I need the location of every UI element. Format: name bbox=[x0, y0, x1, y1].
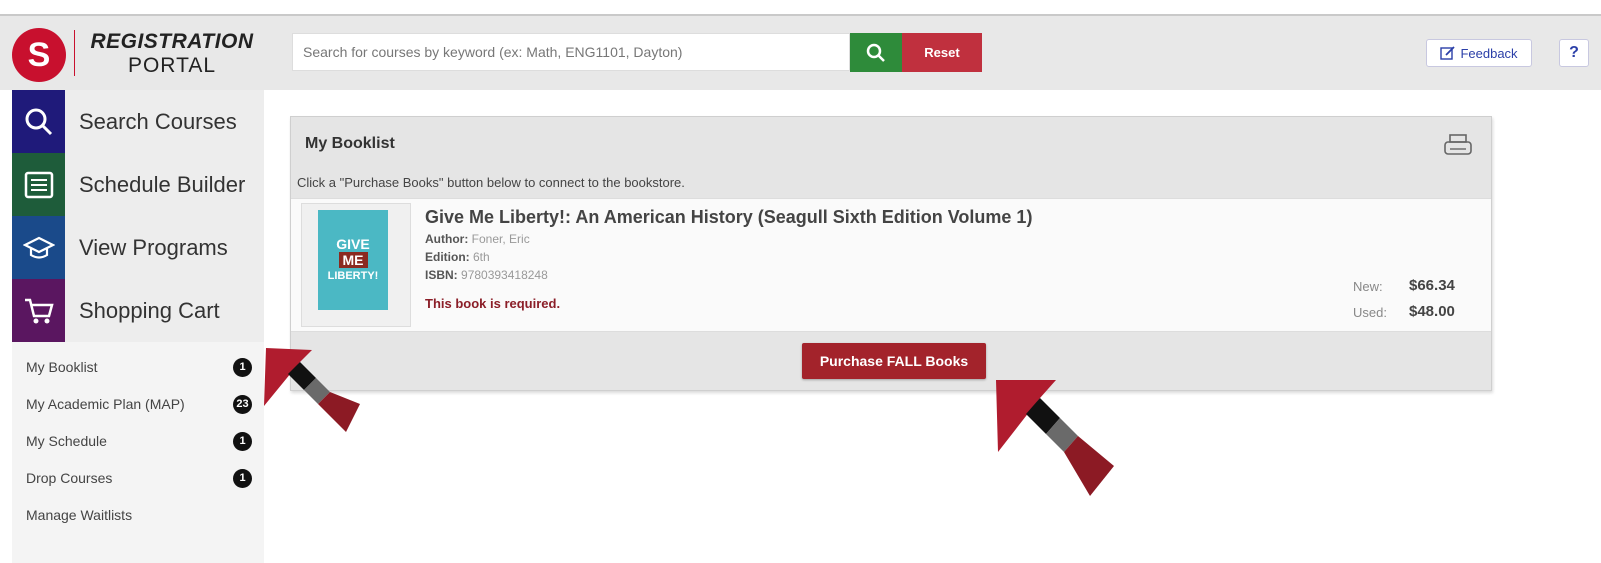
sidebar: Search Courses Schedule Builder View Pro… bbox=[12, 90, 264, 563]
count-badge: 1 bbox=[233, 468, 252, 488]
brand-line2: PORTAL bbox=[127, 54, 217, 77]
required-notice: This book is required. bbox=[425, 296, 561, 311]
sidebar-sub-my-booklist[interactable]: My Booklist 1 bbox=[26, 352, 252, 382]
count-badge: 1 bbox=[233, 431, 252, 451]
feedback-label: Feedback bbox=[1460, 45, 1518, 61]
edit-icon bbox=[1440, 46, 1456, 60]
book-cover: GIVE ME LIBERTY! bbox=[301, 203, 411, 327]
sidebar-item-view-programs[interactable]: View Programs bbox=[12, 216, 264, 279]
used-price-label: Used: bbox=[1353, 305, 1387, 320]
edition-value: 6th bbox=[473, 250, 490, 264]
author-label: Author: bbox=[425, 232, 469, 246]
author-value: Foner, Eric bbox=[471, 232, 530, 246]
sidebar-item-shopping-cart[interactable]: Shopping Cart bbox=[12, 279, 264, 342]
logo-letter: S bbox=[27, 35, 51, 74]
sidebar-sub-my-schedule[interactable]: My Schedule 1 bbox=[26, 426, 252, 456]
sidebar-item-label: View Programs bbox=[79, 234, 228, 260]
feedback-button[interactable]: Feedback bbox=[1426, 39, 1532, 67]
top-border bbox=[0, 0, 1601, 16]
search-icon bbox=[12, 90, 65, 153]
sub-item-label: My Schedule bbox=[26, 433, 107, 449]
search-input[interactable] bbox=[292, 33, 850, 71]
book-author: Author: Foner, Eric bbox=[425, 232, 530, 246]
sidebar-sub-manage-waitlists[interactable]: Manage Waitlists bbox=[26, 500, 252, 530]
print-icon[interactable] bbox=[1443, 133, 1473, 162]
count-badge: 23 bbox=[233, 394, 252, 414]
logo-divider bbox=[74, 30, 75, 76]
booklist-panel: My Booklist Click a "Purchase Books" but… bbox=[290, 116, 1492, 391]
pointer-arrow-icon bbox=[264, 348, 360, 432]
isbn-value: 9780393418248 bbox=[461, 268, 548, 282]
book-cover-art: GIVE ME LIBERTY! bbox=[318, 210, 388, 310]
new-price: $66.34 bbox=[1409, 277, 1455, 294]
sub-item-label: Manage Waitlists bbox=[26, 507, 133, 523]
search-icon bbox=[866, 43, 885, 62]
search-button[interactable] bbox=[850, 33, 902, 72]
cover-line1: GIVE bbox=[336, 236, 370, 252]
sidebar-item-label: Shopping Cart bbox=[79, 297, 220, 323]
cover-line3: LIBERTY! bbox=[327, 270, 379, 282]
purchase-books-button[interactable]: Purchase FALL Books bbox=[802, 343, 986, 379]
brand-title: REGISTRATION PORTAL bbox=[86, 30, 258, 78]
sidebar-sub-drop-courses[interactable]: Drop Courses 1 bbox=[26, 463, 252, 493]
count-badge: 1 bbox=[233, 357, 252, 377]
list-icon bbox=[12, 153, 65, 216]
book-edition: Edition: 6th bbox=[425, 250, 490, 264]
edition-label: Edition: bbox=[425, 250, 470, 264]
help-icon: ? bbox=[1569, 44, 1579, 61]
sidebar-item-label: Schedule Builder bbox=[79, 171, 246, 197]
sidebar-item-search-courses[interactable]: Search Courses bbox=[12, 90, 264, 153]
brand-line1: REGISTRATION bbox=[90, 30, 254, 53]
logo[interactable]: S bbox=[12, 28, 66, 82]
used-price: $48.00 bbox=[1409, 303, 1455, 320]
sub-item-label: My Academic Plan (MAP) bbox=[26, 396, 185, 412]
graduation-cap-icon bbox=[12, 216, 65, 279]
help-button[interactable]: ? bbox=[1559, 39, 1589, 67]
panel-title: My Booklist bbox=[305, 135, 395, 152]
book-row: GIVE ME LIBERTY! Give Me Liberty!: An Am… bbox=[291, 198, 1491, 332]
sidebar-sub-academic-plan[interactable]: My Academic Plan (MAP) 23 bbox=[26, 389, 252, 419]
isbn-label: ISBN: bbox=[425, 268, 458, 282]
sub-item-label: My Booklist bbox=[26, 359, 98, 375]
new-price-label: New: bbox=[1353, 279, 1383, 294]
sub-item-label: Drop Courses bbox=[26, 470, 113, 486]
cover-line2: ME bbox=[338, 252, 368, 268]
reset-button[interactable]: Reset bbox=[902, 33, 982, 72]
cart-icon bbox=[12, 279, 65, 342]
pointer-arrow-icon bbox=[996, 380, 1114, 496]
book-title: Give Me Liberty!: An American History (S… bbox=[425, 207, 1033, 227]
panel-instructions: Click a "Purchase Books" button below to… bbox=[297, 175, 685, 190]
book-isbn: ISBN: 9780393418248 bbox=[425, 268, 548, 282]
sidebar-item-schedule-builder[interactable]: Schedule Builder bbox=[12, 153, 264, 216]
sidebar-item-label: Search Courses bbox=[79, 108, 237, 134]
